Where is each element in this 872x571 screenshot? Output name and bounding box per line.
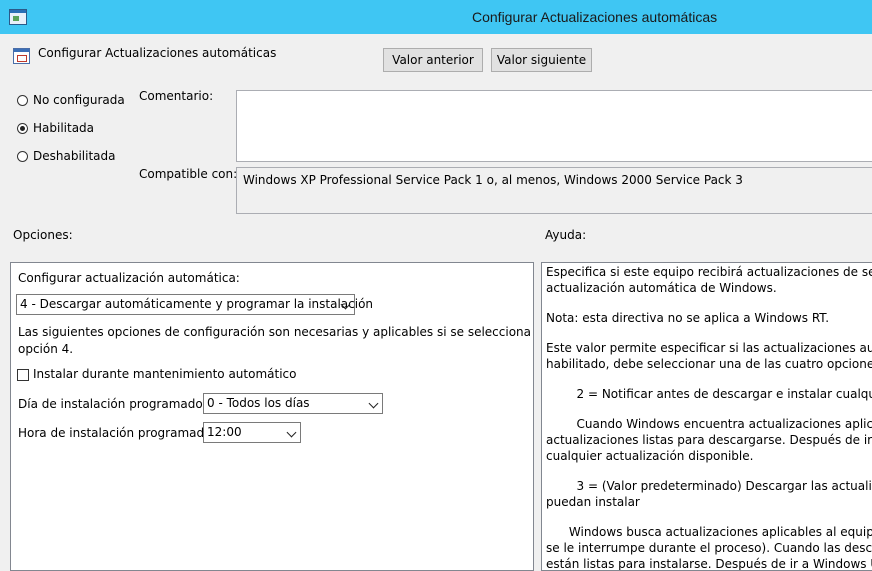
help-line: puedan instalar <box>546 495 640 509</box>
radio-button[interactable] <box>17 95 28 106</box>
comment-label: Comentario: <box>139 89 214 103</box>
options-panel: Configurar actualización automática: 4 -… <box>10 262 534 571</box>
compatible-label: Compatible con: <box>139 167 238 181</box>
options-label: Opciones: <box>13 228 73 242</box>
dialog-content: Configurar Actualizaciones automáticas V… <box>0 34 872 571</box>
help-text: Especifica si este equipo recibirá actua… <box>546 265 872 571</box>
policy-setting-icon <box>13 48 30 64</box>
help-line <box>546 465 872 479</box>
help-line: habilitado, debe seleccionar una de las … <box>546 357 872 371</box>
title-bar: Configurar Actualizaciones automáticas <box>0 0 872 34</box>
note-line-2: opción 4. <box>18 342 74 356</box>
comment-textarea[interactable] <box>236 90 872 162</box>
window-title: Configurar Actualizaciones automáticas <box>472 9 718 25</box>
help-line <box>546 327 872 341</box>
help-line: Windows busca actualizaciones aplicables… <box>568 525 872 539</box>
help-line <box>546 373 872 387</box>
note-line-1: Las siguientes opciones de configuración… <box>18 325 534 339</box>
help-line: se le interrumpe durante el proceso). Cu… <box>546 541 872 555</box>
compatible-field: Windows XP Professional Service Pack 1 o… <box>236 167 872 214</box>
chevron-down-icon <box>286 427 297 438</box>
install-day-dropdown[interactable]: 0 - Todos los días <box>203 393 383 414</box>
compatible-value: Windows XP Professional Service Pack 1 o… <box>243 173 743 187</box>
install-day-value: 0 - Todos los días <box>207 396 310 410</box>
radio-label: No configurada <box>33 93 125 107</box>
install-day-label: Día de instalación programado: <box>18 397 207 411</box>
radio-disabled[interactable]: Deshabilitada <box>17 149 115 165</box>
help-line: actualización automática de Windows. <box>546 281 777 295</box>
auto-update-value: 4 - Descargar automáticamente y programa… <box>20 297 374 311</box>
radio-button[interactable] <box>17 123 28 134</box>
help-line <box>546 511 872 525</box>
policy-name: Configurar Actualizaciones automáticas <box>38 46 277 60</box>
install-hour-value: 12:00 <box>207 425 242 439</box>
help-line <box>546 403 872 417</box>
previous-setting-button[interactable]: Valor anterior <box>383 48 483 72</box>
help-panel: Especifica si este equipo recibirá actua… <box>541 262 872 571</box>
auto-update-label: Configurar actualización automática: <box>18 271 240 285</box>
help-label: Ayuda: <box>545 228 587 242</box>
radio-label: Deshabilitada <box>33 149 116 163</box>
chevron-down-icon <box>368 398 379 409</box>
radio-label: Habilitada <box>33 121 95 135</box>
install-hour-dropdown[interactable]: 12:00 <box>203 422 301 443</box>
help-line: Especifica si este equipo recibirá actua… <box>546 265 872 279</box>
radio-not-configured[interactable]: No configurada <box>17 93 125 109</box>
install-hour-label: Hora de instalación programada: <box>18 426 216 440</box>
auto-update-dropdown[interactable]: 4 - Descargar automáticamente y programa… <box>16 294 373 315</box>
policy-editor-icon <box>9 9 27 25</box>
help-line: 2 = Notificar antes de descargar e insta… <box>576 387 872 401</box>
help-line <box>546 297 872 311</box>
radio-button[interactable] <box>17 151 28 162</box>
maintenance-checkbox[interactable] <box>17 369 29 381</box>
help-line: 3 = (Valor predeterminado) Descargar las… <box>576 479 872 493</box>
help-line: Nota: esta directiva no se aplica a Wind… <box>546 311 830 325</box>
help-line: Cuando Windows encuentra actualizaciones… <box>576 417 872 431</box>
next-setting-button[interactable]: Valor siguiente <box>491 48 592 72</box>
radio-enabled[interactable]: Habilitada <box>17 121 94 137</box>
help-line: están listas para instalarse. Después de… <box>546 557 872 571</box>
help-line: cualquier actualización disponible. <box>546 449 754 463</box>
help-line: actualizaciones listas para descargarse.… <box>546 433 872 447</box>
maintenance-label: Instalar durante mantenimiento automátic… <box>33 367 297 381</box>
help-line: Este valor permite especificar si las ac… <box>546 341 872 355</box>
